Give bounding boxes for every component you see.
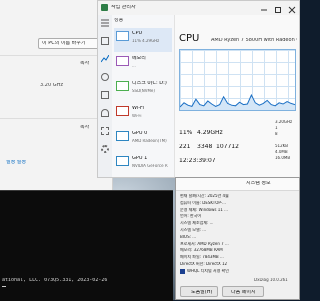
performance-icon[interactable]: [101, 55, 109, 63]
services-gear-icon[interactable]: [101, 145, 109, 153]
threads-value: 3348: [197, 144, 213, 150]
perf-item-disk[interactable]: 디스크 0(C: D:) SSD(NVMe): [114, 78, 172, 102]
base-speed-value: 3.20GHz: [275, 120, 293, 124]
sockets-value: 1: [275, 126, 278, 130]
next-page-button-label: 다음 페이지: [231, 290, 256, 295]
performance-list: 성능 CPU 11% 4.29GHz 메모리 ... 디스크 0(C: D:) …: [112, 15, 175, 177]
cpu-model: AMD Ryzen 7 5800H with Radeon Graphics: [211, 38, 297, 43]
system-info-row: 현재 날짜/시간: 2025년 4월: [180, 194, 229, 198]
next-page-button[interactable]: 다음 페이지: [222, 286, 264, 297]
divider: [0, 55, 112, 56]
section-header: 성능: [114, 18, 124, 23]
item-name: Wi-Fi: [132, 106, 144, 111]
dxdiag-window: 시스템 정보 현재 날짜/시간: 2025년 4월컴퓨터 이름: DESKTOP…: [175, 177, 300, 300]
cpu-utilization-graph: [179, 49, 296, 111]
item-sub: Wi-Fi: [132, 114, 142, 118]
gpu0-thumbnail: [116, 131, 129, 141]
gpu1-thumbnail: [116, 156, 129, 166]
app-history-icon[interactable]: [101, 73, 109, 81]
dxdiag-title: 시스템 정보: [246, 181, 271, 186]
cpu-usage-value: 11%: [179, 130, 193, 136]
cores-value: 8: [275, 132, 278, 136]
rename-pc-label: 이 PC의 이름 바꾸기: [42, 41, 86, 46]
cpu-detail-panel: CPU AMD Ryzen 7 5800H with Radeon Graphi…: [175, 15, 299, 177]
window-title: 작업 관리자: [111, 5, 136, 10]
item-name: 메모리: [132, 56, 146, 61]
perf-item-gpu1[interactable]: GPU 1 NVIDIA GeForce R: [114, 153, 172, 177]
system-info-row: 메모리: 32768MB RAM: [180, 248, 223, 253]
startup-icon[interactable]: [101, 91, 109, 99]
nav-rail: [98, 15, 112, 177]
system-info-row: BIOS: ...: [180, 234, 197, 239]
system-info-row: 프로세서: AMD Ryzen 7 ...: [180, 241, 229, 246]
copy-button-2[interactable]: 복사: [80, 125, 89, 130]
divider: [0, 118, 112, 119]
terminal-cursor: [2, 286, 6, 287]
perf-item-wifi[interactable]: Wi-Fi Wi-Fi: [114, 103, 172, 127]
whql-checkbox-label: WHQL 디지털 서명 확인: [187, 269, 229, 273]
cpu-graph-area: [180, 95, 295, 110]
item-sub: NVIDIA GeForce R: [132, 164, 168, 168]
perf-item-memory[interactable]: 메모리 ...: [114, 53, 172, 77]
cpu-speed-value: 4.29GHz: [197, 130, 223, 136]
wifi-thumbnail: [116, 106, 129, 116]
users-icon[interactable]: [101, 109, 109, 117]
processes-icon[interactable]: [101, 37, 109, 45]
whql-checkbox[interactable]: [180, 269, 185, 274]
help-button-label: 도움말(H): [191, 290, 213, 295]
system-info-row: 페이지 파일: 7843MB ...: [180, 255, 224, 260]
minimize-button[interactable]: [257, 1, 271, 13]
system-info-row: 시스템 제조업체: ...: [180, 221, 214, 226]
l3-cache-value: 16.0MB: [275, 156, 291, 160]
item-name: GPU 1: [132, 156, 148, 161]
item-name: 디스크 0(C: D:): [132, 81, 167, 86]
close-button[interactable]: [285, 1, 299, 14]
dxdiag-version: DxDiag 10.0.261: [254, 278, 288, 282]
title-bar: 작업 관리자: [98, 1, 299, 15]
settings-link[interactable]: 설정 설정: [6, 160, 26, 165]
system-info-row: 컴퓨터 이름: DESKTOP-...: [180, 200, 226, 205]
l1-cache-value: 512KB: [275, 144, 289, 148]
perf-item-cpu[interactable]: CPU 11% 4.29GHz: [114, 28, 172, 52]
dxdiag-title-bar: 시스템 정보: [176, 178, 299, 191]
l2-cache-value: 4.0MB: [275, 150, 288, 154]
item-name: GPU 0: [132, 131, 148, 136]
item-sub: AMD Radeon(TM): [132, 139, 167, 143]
handles-value: 107712: [216, 144, 239, 150]
processes-value: 221: [179, 144, 191, 150]
task-manager-window: 작업 관리자 성능 CPU 11% 4.29GHz 메모리 ... 디스크 0(…: [97, 0, 300, 178]
item-name: CPU: [132, 31, 143, 36]
maximize-button[interactable]: [271, 1, 285, 13]
rename-pc-button[interactable]: 이 PC의 이름 바꾸기: [38, 38, 100, 49]
help-button[interactable]: 도움말(H): [180, 286, 218, 297]
item-sub: SSD(NVMe): [132, 89, 155, 93]
details-icon[interactable]: [101, 127, 109, 135]
system-info-row: DirectX 버전: DirectX 12: [180, 262, 228, 266]
perf-item-gpu0[interactable]: GPU 0 AMD Radeon(TM): [114, 128, 172, 152]
memory-thumbnail: [116, 56, 129, 66]
system-info-row: 언어: 한국어: [180, 214, 202, 219]
system-info-row: 시스템 모델: ...: [180, 228, 207, 232]
cpu-thumbnail: [116, 31, 129, 41]
terminal-output-line: ational, LLC. 073Q5.331, 2023-02-26: [2, 278, 108, 283]
cpu-speed-text: 3.20 GHz: [40, 83, 63, 88]
disk-thumbnail: [116, 81, 129, 91]
terminal-window: ational, LLC. 073Q5.331, 2023-02-26: [0, 190, 173, 301]
cpu-title: CPU: [179, 34, 200, 44]
uptime-value: 12:23:39:07: [179, 158, 216, 164]
copy-button-1[interactable]: 복사: [80, 61, 89, 66]
task-manager-app-icon: [101, 4, 108, 11]
hamburger-icon[interactable]: [101, 19, 109, 27]
cpu-graph-svg: [180, 93, 295, 110]
system-info-row: 운영 체제: Windows 11 ...: [180, 207, 228, 212]
system-info-rows: 현재 날짜/시간: 2025년 4월컴퓨터 이름: DESKTOP-... 운영 …: [180, 194, 297, 270]
item-sub: 11% 4.29GHz: [132, 39, 160, 43]
item-sub: ...: [132, 64, 136, 68]
